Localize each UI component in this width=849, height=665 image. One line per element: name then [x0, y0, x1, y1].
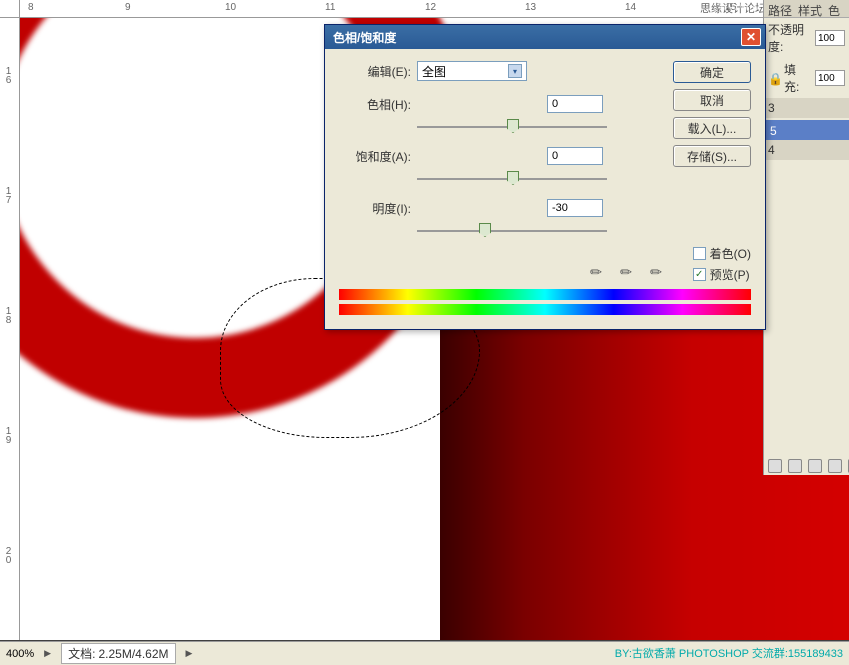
saturation-label: 饱和度(A):	[339, 148, 411, 165]
ruler-tick: 10	[225, 2, 236, 13]
doc-info[interactable]: 文档: 2.25M/4.62M	[61, 643, 175, 664]
lightness-row: 明度(I):	[339, 199, 751, 217]
tab-path[interactable]: 路径	[768, 2, 792, 15]
eyedropper-icon[interactable]: ✎	[583, 259, 608, 284]
hue-spectrum	[339, 289, 751, 315]
layer-row-selected[interactable]: 5	[764, 120, 849, 140]
ruler-tick: 19	[3, 426, 14, 444]
save-button[interactable]: 存储(S)...	[673, 145, 751, 167]
eyedropper-subtract-icon[interactable]: ✎	[643, 259, 668, 284]
slider-thumb[interactable]	[507, 119, 519, 133]
ruler-tick: 20	[3, 546, 14, 564]
checkbox-group: 着色(O) ✓ 预览(P)	[693, 245, 751, 287]
eyedropper-group: ✎ ✎ ✎	[587, 263, 665, 281]
mask-icon[interactable]	[808, 459, 822, 473]
opacity-input[interactable]	[815, 30, 845, 46]
opacity-label: 不透明度:	[768, 21, 811, 55]
hue-bar-top	[339, 289, 751, 300]
eyedropper-add-icon[interactable]: ✎	[613, 259, 638, 284]
slider-thumb[interactable]	[507, 171, 519, 185]
close-button[interactable]: ✕	[741, 28, 761, 46]
ruler-vertical: 16 17 18 19 20	[0, 18, 20, 640]
colorize-label: 着色(O)	[710, 245, 751, 262]
hue-label: 色相(H):	[339, 96, 411, 113]
panel-icon-row	[768, 459, 849, 473]
layer-badge: 5	[770, 124, 777, 138]
ruler-tick: 17	[3, 186, 14, 204]
adjust-icon[interactable]	[828, 459, 842, 473]
fx-icon[interactable]	[788, 459, 802, 473]
fill-input[interactable]	[815, 70, 845, 86]
tab-color[interactable]: 色	[828, 2, 840, 15]
ruler-tick: 18	[3, 306, 14, 324]
doc-value: 2.25M/4.62M	[98, 647, 168, 661]
edit-select[interactable]: 全图 ▾	[417, 61, 527, 81]
layer-badge: 3	[768, 101, 775, 115]
slider-track	[417, 230, 607, 232]
ok-button[interactable]: 确定	[673, 61, 751, 83]
credit-text: BY:古欲香萧 PHOTOSHOP 交流群:155189433	[615, 645, 843, 661]
link-icon[interactable]	[768, 459, 782, 473]
saturation-input[interactable]	[547, 147, 603, 165]
ruler-tick: 8	[28, 2, 34, 13]
triangle-icon[interactable]: ▶	[44, 648, 51, 659]
ruler-corner	[0, 0, 20, 18]
dialog-titlebar[interactable]: 色相/饱和度 ✕	[325, 25, 765, 49]
layer-row[interactable]: 3	[764, 98, 849, 118]
lock-icon: 🔒	[768, 72, 780, 84]
ruler-tick: 11	[325, 2, 335, 13]
lightness-slider[interactable]	[417, 223, 607, 239]
layer-badge: 4	[768, 143, 775, 157]
cancel-button[interactable]: 取消	[673, 89, 751, 111]
colorize-checkbox[interactable]	[693, 247, 706, 260]
tab-style[interactable]: 样式	[798, 2, 822, 15]
ruler-tick: 9	[125, 2, 131, 13]
hue-bar-bottom	[339, 304, 751, 315]
ruler-tick: 13	[525, 2, 536, 13]
zoom-level[interactable]: 400%	[6, 648, 34, 660]
hue-slider[interactable]	[417, 119, 607, 135]
dialog-title: 色相/饱和度	[329, 29, 396, 46]
fill-row: 🔒 填充:	[764, 58, 849, 98]
edit-value: 全图	[422, 63, 446, 80]
button-column: 确定 取消 载入(L)... 存储(S)...	[673, 61, 751, 167]
ruler-tick: 12	[425, 2, 436, 13]
fill-label: 填充:	[784, 61, 811, 95]
chevron-down-icon: ▾	[508, 64, 522, 78]
triangle-icon[interactable]: ▶	[186, 648, 193, 659]
slider-thumb[interactable]	[479, 223, 491, 237]
preview-checkbox[interactable]: ✓	[693, 268, 706, 281]
preview-label: 预览(P)	[710, 266, 750, 283]
load-button[interactable]: 载入(L)...	[673, 117, 751, 139]
doc-label: 文档:	[68, 647, 95, 661]
lightness-label: 明度(I):	[339, 200, 411, 217]
saturation-slider[interactable]	[417, 171, 607, 187]
right-panel: 路径 样式 色 不透明度: 🔒 填充: 3 5 4	[763, 0, 849, 475]
edit-label: 编辑(E):	[339, 63, 411, 80]
hue-input[interactable]	[547, 95, 603, 113]
colorize-check-row[interactable]: 着色(O)	[693, 245, 751, 262]
ruler-tick: 16	[3, 66, 14, 84]
hue-saturation-dialog: 色相/饱和度 ✕ 编辑(E): 全图 ▾ 色相(H): 饱和度(A):	[324, 24, 766, 330]
panel-tabs: 路径 样式 色	[764, 0, 849, 18]
lightness-input[interactable]	[547, 199, 603, 217]
dialog-body: 编辑(E): 全图 ▾ 色相(H): 饱和度(A): 明度(I):	[325, 49, 765, 329]
opacity-row: 不透明度:	[764, 18, 849, 58]
preview-check-row[interactable]: ✓ 预览(P)	[693, 266, 751, 283]
layer-row[interactable]: 4	[764, 140, 849, 160]
ruler-tick: 14	[625, 2, 636, 13]
